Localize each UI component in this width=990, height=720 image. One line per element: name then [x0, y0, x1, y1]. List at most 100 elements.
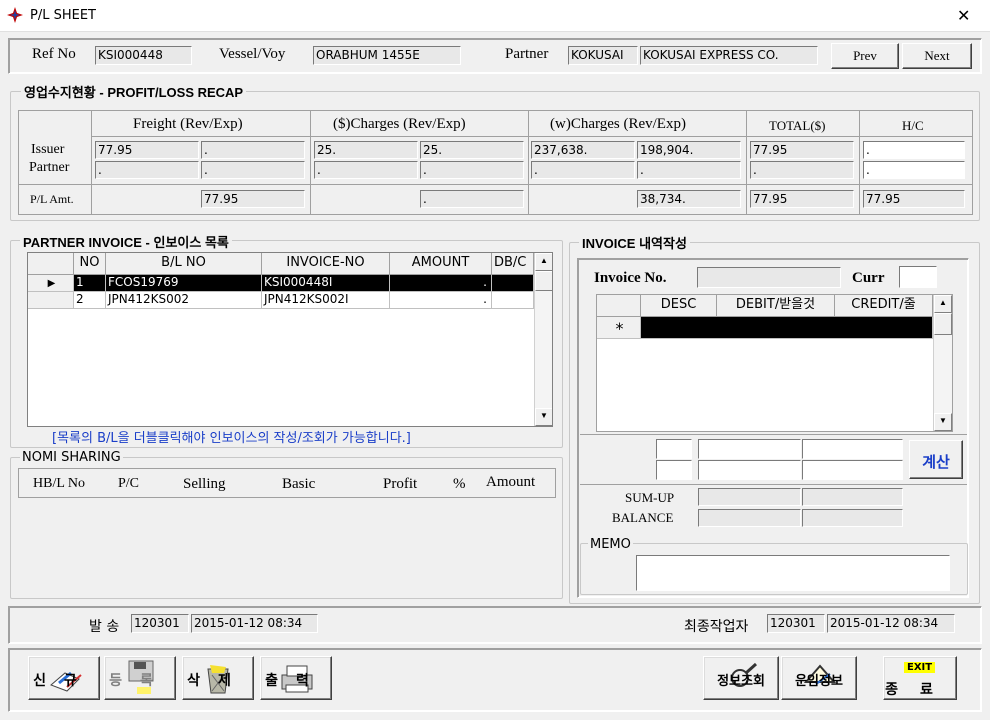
next-button[interactable]: Next: [902, 43, 972, 69]
scroll-down-icon[interactable]: ▼: [535, 408, 552, 426]
col-freight-label: Freight (Rev/Exp): [133, 116, 243, 132]
send-label: 발 송: [89, 619, 120, 635]
sumup-credit[interactable]: [802, 488, 903, 506]
partner-freight-rev[interactable]: .: [95, 161, 199, 179]
partner-dollar-rev[interactable]: .: [314, 161, 418, 179]
partner-freight-exp[interactable]: .: [201, 161, 305, 179]
partner-total[interactable]: .: [750, 161, 854, 179]
col-credit[interactable]: CREDIT/줄: [835, 295, 933, 317]
partner-name-field[interactable]: KOKUSAI EXPRESS CO.: [640, 46, 818, 65]
print-label: 출력: [265, 673, 327, 689]
col-won-label: (w)Charges (Rev/Exp): [550, 116, 686, 132]
delete-button[interactable]: 삭제: [182, 656, 254, 700]
invoice-detail-title: INVOICE 내역작성: [579, 233, 690, 252]
pl-total[interactable]: 77.95: [750, 190, 854, 208]
col-no[interactable]: NO: [74, 253, 106, 275]
info-query-button[interactable]: 정보조회: [703, 656, 779, 700]
new-row[interactable]: *: [597, 317, 933, 339]
pl-won[interactable]: 38,734.: [637, 190, 741, 208]
nomi-sharing-title: NOMI SHARING: [20, 450, 123, 465]
vessel-field[interactable]: ORABHUM 1455E: [313, 46, 461, 65]
row-amount: .: [390, 275, 492, 292]
calc-button[interactable]: 계산: [909, 440, 963, 479]
row-invoice-no: JPN412KS002I: [262, 292, 390, 309]
last-time-field: 2015-01-12 08:34: [827, 614, 955, 633]
issuer-hc[interactable]: .: [863, 141, 965, 159]
totals-field-b1[interactable]: [698, 439, 801, 459]
row-partner-label: Partner: [29, 160, 70, 175]
row-invoice-no: KSI000448I: [262, 275, 390, 292]
table-row[interactable]: 2 JPN412KS002 JPN412KS002I .: [28, 292, 534, 309]
memo-field[interactable]: [636, 555, 950, 591]
partner-invoice-grid[interactable]: NO B/L NO INVOICE-NO AMOUNT DB/C ▶ 1 FCO…: [27, 252, 553, 427]
issuer-dollar-rev[interactable]: 25.: [314, 141, 418, 159]
row-pl-label: P/L Amt.: [30, 192, 74, 206]
partner-code-field[interactable]: KOKUSAI: [568, 46, 638, 65]
ref-label: Ref No: [32, 46, 76, 62]
app-icon: [7, 7, 23, 23]
row-bl-no: FCOS19769: [106, 275, 262, 292]
nomi-col-percent: %: [453, 476, 466, 492]
totals-field-c1[interactable]: [802, 439, 903, 459]
register-button[interactable]: 등록: [104, 656, 176, 700]
close-icon[interactable]: ✕: [957, 6, 970, 26]
col-invoice-no[interactable]: INVOICE-NO: [262, 253, 390, 275]
row-bl-no: JPN412KS002: [106, 292, 262, 309]
pl-dollar[interactable]: .: [420, 190, 524, 208]
issuer-dollar-exp[interactable]: 25.: [420, 141, 524, 159]
issuer-total[interactable]: 77.95: [750, 141, 854, 159]
invoice-detail-scrollbar[interactable]: ▲ ▼: [933, 295, 952, 431]
last-worker-label: 최종작업자: [684, 619, 749, 635]
totals-field-c2[interactable]: [802, 460, 903, 480]
partner-won-rev[interactable]: .: [531, 161, 635, 179]
col-bl-no[interactable]: B/L NO: [106, 253, 262, 275]
print-button[interactable]: 출력: [260, 656, 332, 700]
nomi-col-pc: P/C: [118, 476, 140, 491]
issuer-won-rev[interactable]: 237,638.: [531, 141, 635, 159]
send-user-field: 120301: [131, 614, 189, 633]
partner-hc[interactable]: .: [863, 161, 965, 179]
pl-freight[interactable]: 77.95: [201, 190, 305, 208]
issuer-won-exp[interactable]: 198,904.: [637, 141, 741, 159]
curr-field[interactable]: [899, 266, 937, 288]
pl-hc[interactable]: 77.95: [863, 190, 965, 208]
totals-field-b2[interactable]: [698, 460, 801, 480]
nomi-col-amount: Amount: [486, 474, 536, 490]
ref-no-field[interactable]: KSI000448: [95, 46, 192, 65]
title-bar: P/L SHEET ✕: [0, 0, 990, 32]
calc-label: 계산: [922, 453, 950, 471]
register-label: 등록: [109, 673, 171, 689]
scroll-down-icon[interactable]: ▼: [934, 413, 952, 431]
new-button[interactable]: 신규: [28, 656, 100, 700]
vessel-label: Vessel/Voy: [219, 46, 286, 62]
partner-dollar-exp[interactable]: .: [420, 161, 524, 179]
prev-button[interactable]: Prev: [831, 43, 899, 69]
partner-invoice-title: PARTNER INVOICE - 인보이스 목록: [20, 232, 232, 251]
col-debit[interactable]: DEBIT/받을것: [717, 295, 835, 317]
freight-info-button[interactable]: 운임정보: [781, 656, 857, 700]
scroll-up-icon[interactable]: ▲: [934, 295, 952, 313]
send-time-field: 2015-01-12 08:34: [191, 614, 318, 633]
nomi-col-profit: Profit: [383, 476, 418, 492]
invoice-no-field[interactable]: [697, 267, 841, 288]
curr-label: Curr: [852, 270, 885, 286]
totals-field-a2[interactable]: [656, 460, 692, 480]
scroll-thumb[interactable]: [934, 313, 952, 335]
table-row[interactable]: ▶ 1 FCOS19769 KSI000448I .: [28, 275, 534, 292]
col-amount[interactable]: AMOUNT: [390, 253, 492, 275]
exit-button[interactable]: EXIT 종료: [883, 656, 957, 700]
col-dbc[interactable]: DB/C: [492, 253, 534, 275]
scroll-thumb[interactable]: [535, 271, 552, 291]
totals-field-a1[interactable]: [656, 439, 692, 459]
delete-label: 삭제: [187, 673, 249, 689]
issuer-freight-exp[interactable]: .: [201, 141, 305, 159]
partner-won-exp[interactable]: .: [637, 161, 741, 179]
scroll-up-icon[interactable]: ▲: [535, 253, 552, 271]
invoice-detail-grid[interactable]: DESC DEBIT/받을것 CREDIT/줄 * ▲ ▼: [596, 294, 953, 432]
partner-invoice-scrollbar[interactable]: ▲ ▼: [534, 253, 552, 426]
sumup-debit[interactable]: [698, 488, 801, 506]
balance-debit[interactable]: [698, 509, 801, 527]
col-desc[interactable]: DESC: [641, 295, 717, 317]
balance-credit[interactable]: [802, 509, 903, 527]
issuer-freight-rev[interactable]: 77.95: [95, 141, 199, 159]
